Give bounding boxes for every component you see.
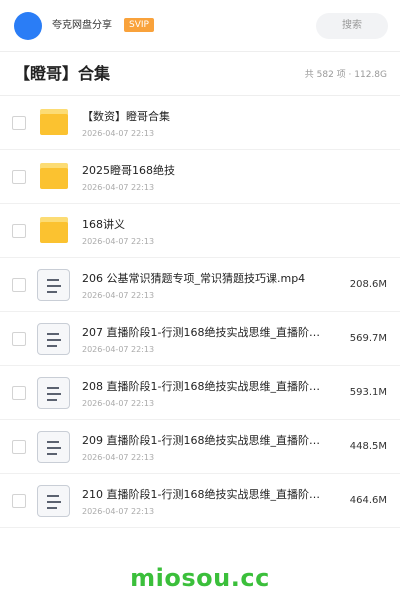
- file-icon: [37, 485, 70, 517]
- item-summary: 共 582 项 · 112.8G: [304, 70, 387, 80]
- file-icon: [37, 269, 70, 301]
- select-checkbox[interactable]: [12, 224, 26, 238]
- item-size: 208.6M: [349, 279, 387, 290]
- item-name: 207 直播阶段1-行测168绝技实战思维_直播阶…: [82, 326, 320, 339]
- item-date: 2026-04-07 22:13: [82, 507, 155, 516]
- watermark: miosou.cc: [130, 564, 270, 592]
- list-item[interactable]: 210 直播阶段1-行测168绝技实战思维_直播阶… 2026-04-07 22…: [0, 474, 400, 528]
- select-checkbox[interactable]: [12, 116, 26, 130]
- list-item[interactable]: 2025瞪哥168绝技 2026-04-07 22:13: [0, 150, 400, 204]
- file-icon: [37, 323, 70, 355]
- item-date: 2026-04-07 22:13: [82, 129, 155, 138]
- item-size: 464.6M: [349, 495, 387, 506]
- app-name: 夸克网盘分享: [52, 20, 112, 31]
- list-item[interactable]: 168讲义 2026-04-07 22:13: [0, 204, 400, 258]
- select-checkbox[interactable]: [12, 170, 26, 184]
- file-icon: [37, 431, 70, 463]
- avatar[interactable]: [14, 12, 42, 40]
- file-list: 【数资】瞪哥合集 2026-04-07 22:13 2025瞪哥168绝技 20…: [0, 96, 400, 528]
- list-item[interactable]: 206 公基常识猜题专项_常识猜题技巧课.mp4 2026-04-07 22:1…: [0, 258, 400, 312]
- item-size: 448.5M: [349, 441, 387, 452]
- list-item[interactable]: 209 直播阶段1-行测168绝技实战思维_直播阶… 2026-04-07 22…: [0, 420, 400, 474]
- item-name: 208 直播阶段1-行测168绝技实战思维_直播阶…: [82, 380, 320, 393]
- select-checkbox[interactable]: [12, 440, 26, 454]
- item-size: 593.1M: [349, 387, 387, 398]
- item-date: 2026-04-07 22:13: [82, 183, 155, 192]
- item-name: 【数资】瞪哥合集: [82, 110, 170, 123]
- select-checkbox[interactable]: [12, 386, 26, 400]
- list-item[interactable]: 208 直播阶段1-行测168绝技实战思维_直播阶… 2026-04-07 22…: [0, 366, 400, 420]
- svip-badge: SVIP: [124, 18, 154, 32]
- item-date: 2026-04-07 22:13: [82, 399, 155, 408]
- folder-icon: [40, 163, 68, 189]
- select-checkbox[interactable]: [12, 332, 26, 346]
- item-date: 2026-04-07 22:13: [82, 453, 155, 462]
- item-name: 2025瞪哥168绝技: [82, 164, 175, 177]
- folder-icon: [40, 109, 68, 135]
- item-date: 2026-04-07 22:13: [82, 237, 155, 246]
- item-name: 209 直播阶段1-行测168绝技实战思维_直播阶…: [82, 434, 320, 447]
- folder-title-bar: 【瞪哥】合集 共 582 项 · 112.8G: [0, 52, 400, 96]
- select-checkbox[interactable]: [12, 278, 26, 292]
- item-size: 569.7M: [349, 333, 387, 344]
- file-icon: [37, 377, 70, 409]
- item-date: 2026-04-07 22:13: [82, 345, 155, 354]
- search-button[interactable]: 搜索: [316, 13, 388, 39]
- list-item[interactable]: 207 直播阶段1-行测168绝技实战思维_直播阶… 2026-04-07 22…: [0, 312, 400, 366]
- folder-icon: [40, 217, 68, 243]
- item-date: 2026-04-07 22:13: [82, 291, 155, 300]
- select-checkbox[interactable]: [12, 494, 26, 508]
- item-name: 168讲义: [82, 218, 125, 231]
- item-name: 206 公基常识猜题专项_常识猜题技巧课.mp4: [82, 272, 306, 285]
- page-title: 【瞪哥】合集: [14, 64, 111, 83]
- item-name: 210 直播阶段1-行测168绝技实战思维_直播阶…: [82, 488, 320, 501]
- top-header: 夸克网盘分享 SVIP 搜索: [0, 0, 400, 52]
- list-item[interactable]: 【数资】瞪哥合集 2026-04-07 22:13: [0, 96, 400, 150]
